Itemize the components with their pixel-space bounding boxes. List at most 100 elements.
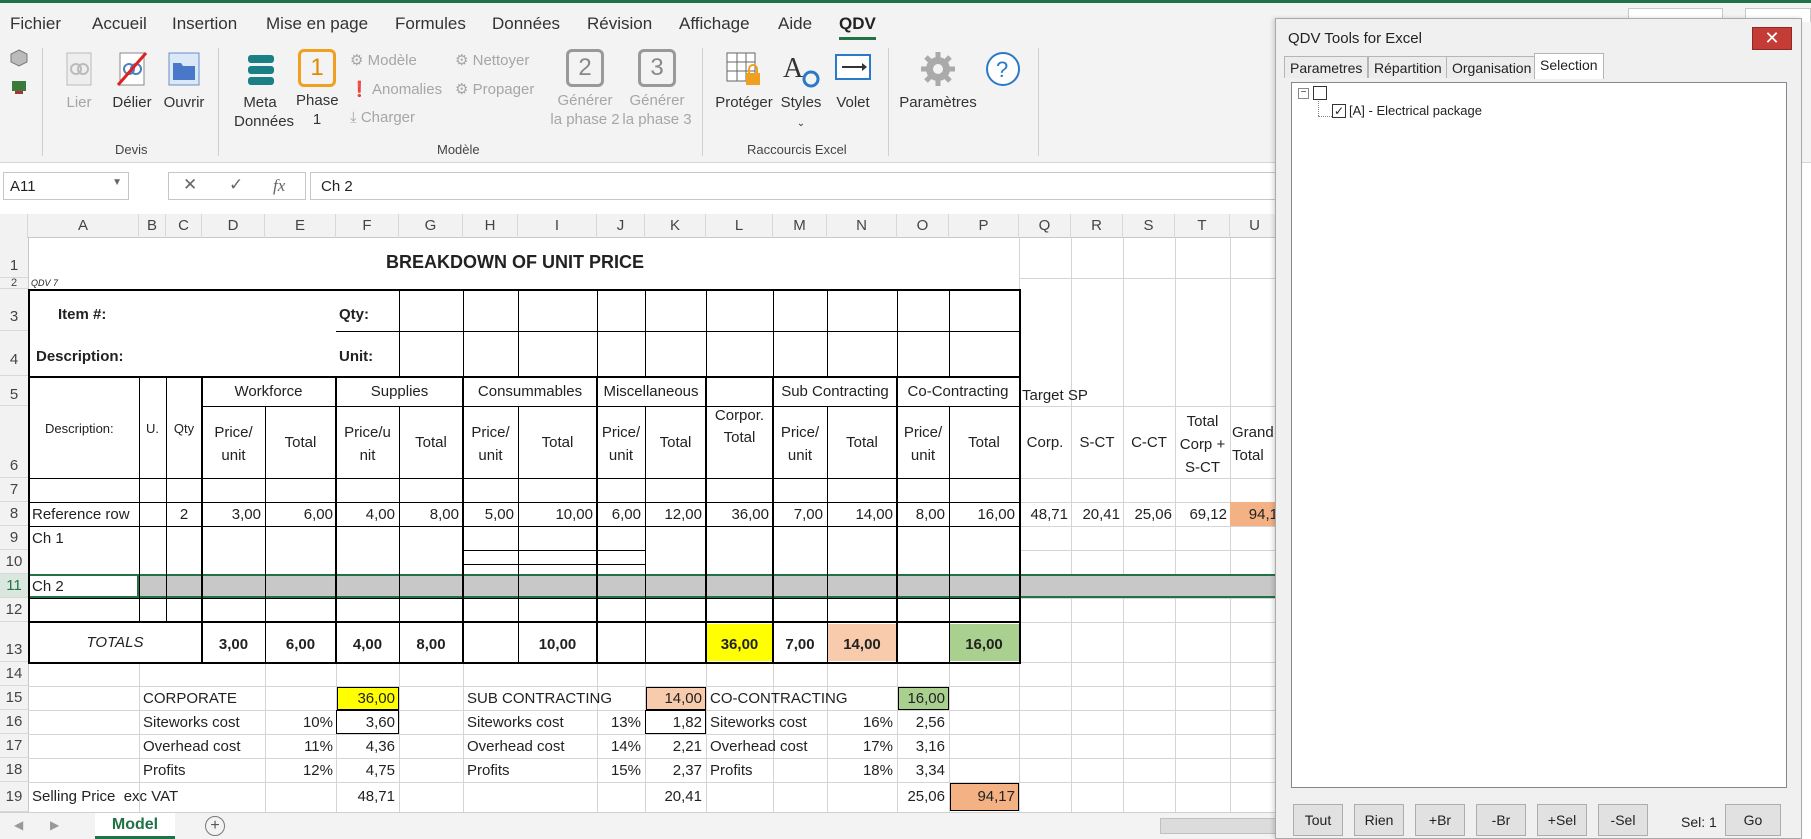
header-frame xyxy=(28,289,1021,378)
remove-branch-button[interactable]: -Br xyxy=(1476,804,1526,836)
ref-q: 48,71 xyxy=(1030,506,1068,523)
root-checkbox[interactable] xyxy=(1313,86,1327,100)
tree-item-electrical[interactable]: [A] - Electrical package xyxy=(1349,103,1482,118)
column-header-c[interactable]: C xyxy=(166,214,202,238)
collapse-icon[interactable]: − xyxy=(1298,88,1309,99)
column-header-o[interactable]: O xyxy=(897,214,949,238)
total-e: 6,00 xyxy=(285,636,316,653)
header-supplies: Supplies xyxy=(370,383,429,400)
column-header-p[interactable]: P xyxy=(949,214,1019,238)
ref-l: 36,00 xyxy=(731,506,769,523)
worksheet[interactable]: A B C D E F G H I J K L M N O P Q R S T … xyxy=(0,0,1280,812)
column-header-k[interactable]: K xyxy=(645,214,706,238)
column-header-u[interactable]: U xyxy=(1230,214,1280,238)
sheet-tab-bar: ◀ ▶ Model + xyxy=(0,812,1280,839)
remove-selection-button[interactable]: -Sel xyxy=(1598,804,1648,836)
selection-tree[interactable]: − ✓ [A] - Electrical package xyxy=(1291,82,1787,788)
add-branch-button[interactable]: +Br xyxy=(1415,804,1465,836)
sheet-tab-model[interactable]: Model xyxy=(95,813,175,839)
column-header-a[interactable]: A xyxy=(28,214,139,238)
row-header-15[interactable]: 15 xyxy=(0,686,28,710)
select-all-corner[interactable] xyxy=(0,214,28,238)
row-header-19[interactable]: 19 xyxy=(0,782,28,812)
row-header-7[interactable]: 7 xyxy=(0,478,28,502)
column-header-d[interactable]: D xyxy=(202,214,265,238)
ref-s: 25,06 xyxy=(1134,506,1172,523)
row-header-16[interactable]: 16 xyxy=(0,710,28,734)
pane-tab-organisation[interactable]: Organisation xyxy=(1446,56,1538,78)
header-price-unit-o: Price/ unit xyxy=(903,424,943,464)
header-total-e: Total xyxy=(284,434,317,451)
sub-val-1: 1,82 xyxy=(672,714,702,731)
row-header-10[interactable]: 10 xyxy=(0,550,28,574)
column-header-f[interactable]: F xyxy=(336,214,399,238)
tout-button[interactable]: Tout xyxy=(1293,804,1343,836)
add-selection-button[interactable]: +Sel xyxy=(1537,804,1587,836)
row-header-3[interactable]: 3 xyxy=(0,289,28,331)
header-price-unit-d: Price/ unit xyxy=(214,424,253,464)
header-sub-contracting: Sub Contracting xyxy=(781,383,889,400)
sub-pct-2: 14% xyxy=(610,738,641,755)
rien-button[interactable]: Rien xyxy=(1354,804,1404,836)
row-header-5[interactable]: 5 xyxy=(0,376,28,406)
column-header-i[interactable]: I xyxy=(518,214,597,238)
row-header-14[interactable]: 14 xyxy=(0,662,28,686)
horizontal-scrollbar[interactable] xyxy=(1160,818,1280,834)
close-button[interactable]: ✕ xyxy=(1752,27,1792,50)
header-consummables: Consummables xyxy=(477,383,583,400)
co-val-2: 3,16 xyxy=(915,738,945,755)
column-header-n[interactable]: N xyxy=(827,214,897,238)
corp-val-2: 4,36 xyxy=(365,738,395,755)
column-header-g[interactable]: G xyxy=(399,214,463,238)
scroll-right-icon[interactable]: ▶ xyxy=(50,818,59,832)
co-contracting-value: 16,00 xyxy=(907,690,945,707)
scroll-left-icon[interactable]: ◀ xyxy=(14,818,23,832)
go-button[interactable]: Go xyxy=(1725,804,1781,836)
row-header-13[interactable]: 13 xyxy=(0,622,28,662)
row-header-6[interactable]: 6 xyxy=(0,406,28,478)
sub-contracting-label: SUB CONTRACTING xyxy=(467,690,613,707)
header-corpor-total: Corpor. Total xyxy=(714,407,765,446)
sub-overhead-label: Overhead cost xyxy=(467,738,565,755)
pane-tab-parametres[interactable]: Parametres xyxy=(1284,56,1369,78)
column-header-h[interactable]: H xyxy=(463,214,518,238)
header-sct: S-CT xyxy=(1079,434,1115,451)
column-header-s[interactable]: S xyxy=(1123,214,1175,238)
column-header-e[interactable]: E xyxy=(265,214,336,238)
row-header-11[interactable]: 11 xyxy=(0,574,28,598)
row-header-1[interactable]: 1 xyxy=(0,238,28,278)
co-pct-3: 18% xyxy=(862,762,893,779)
electrical-checkbox[interactable]: ✓ xyxy=(1332,104,1346,118)
qdv-version: QDV 7 xyxy=(31,278,59,288)
ref-u: 94,1 xyxy=(1248,506,1278,523)
row-header-18[interactable]: 18 xyxy=(0,758,28,782)
row-header-4[interactable]: 4 xyxy=(0,331,28,376)
sheet-title: BREAKDOWN OF UNIT PRICE xyxy=(386,252,644,272)
ref-e: 6,00 xyxy=(303,506,333,523)
column-header-t[interactable]: T xyxy=(1175,214,1230,238)
sub-siteworks-label: Siteworks cost xyxy=(467,714,564,731)
column-header-m[interactable]: M xyxy=(773,214,827,238)
row-header-8[interactable]: 8 xyxy=(0,502,28,526)
ref-p: 16,00 xyxy=(977,506,1015,523)
row-header-12[interactable]: 12 xyxy=(0,598,28,622)
selling-price-label: Selling Price exc VAT xyxy=(32,788,179,805)
row-header-2[interactable]: 2 xyxy=(0,278,28,289)
ref-h: 5,00 xyxy=(484,506,514,523)
add-sheet-icon[interactable]: + xyxy=(205,816,225,836)
pane-tab-repartition[interactable]: Répartition xyxy=(1368,56,1448,78)
row-header-9[interactable]: 9 xyxy=(0,526,28,550)
column-header-l[interactable]: L xyxy=(706,214,773,238)
ch2-label[interactable]: Ch 2 xyxy=(32,577,64,596)
column-header-b[interactable]: B xyxy=(139,214,166,238)
ref-k: 12,00 xyxy=(664,506,702,523)
header-miscellaneous: Miscellaneous xyxy=(603,383,699,400)
header-co-contracting: Co-Contracting xyxy=(907,383,1009,400)
column-header-q[interactable]: Q xyxy=(1019,214,1071,238)
row-header-17[interactable]: 17 xyxy=(0,734,28,758)
header-total-i: Total xyxy=(541,434,574,451)
pane-tab-selection[interactable]: Selection xyxy=(1534,53,1604,79)
column-header-r[interactable]: R xyxy=(1071,214,1123,238)
column-header-j[interactable]: J xyxy=(597,214,645,238)
co-overhead-label: Overhead cost xyxy=(710,738,808,755)
